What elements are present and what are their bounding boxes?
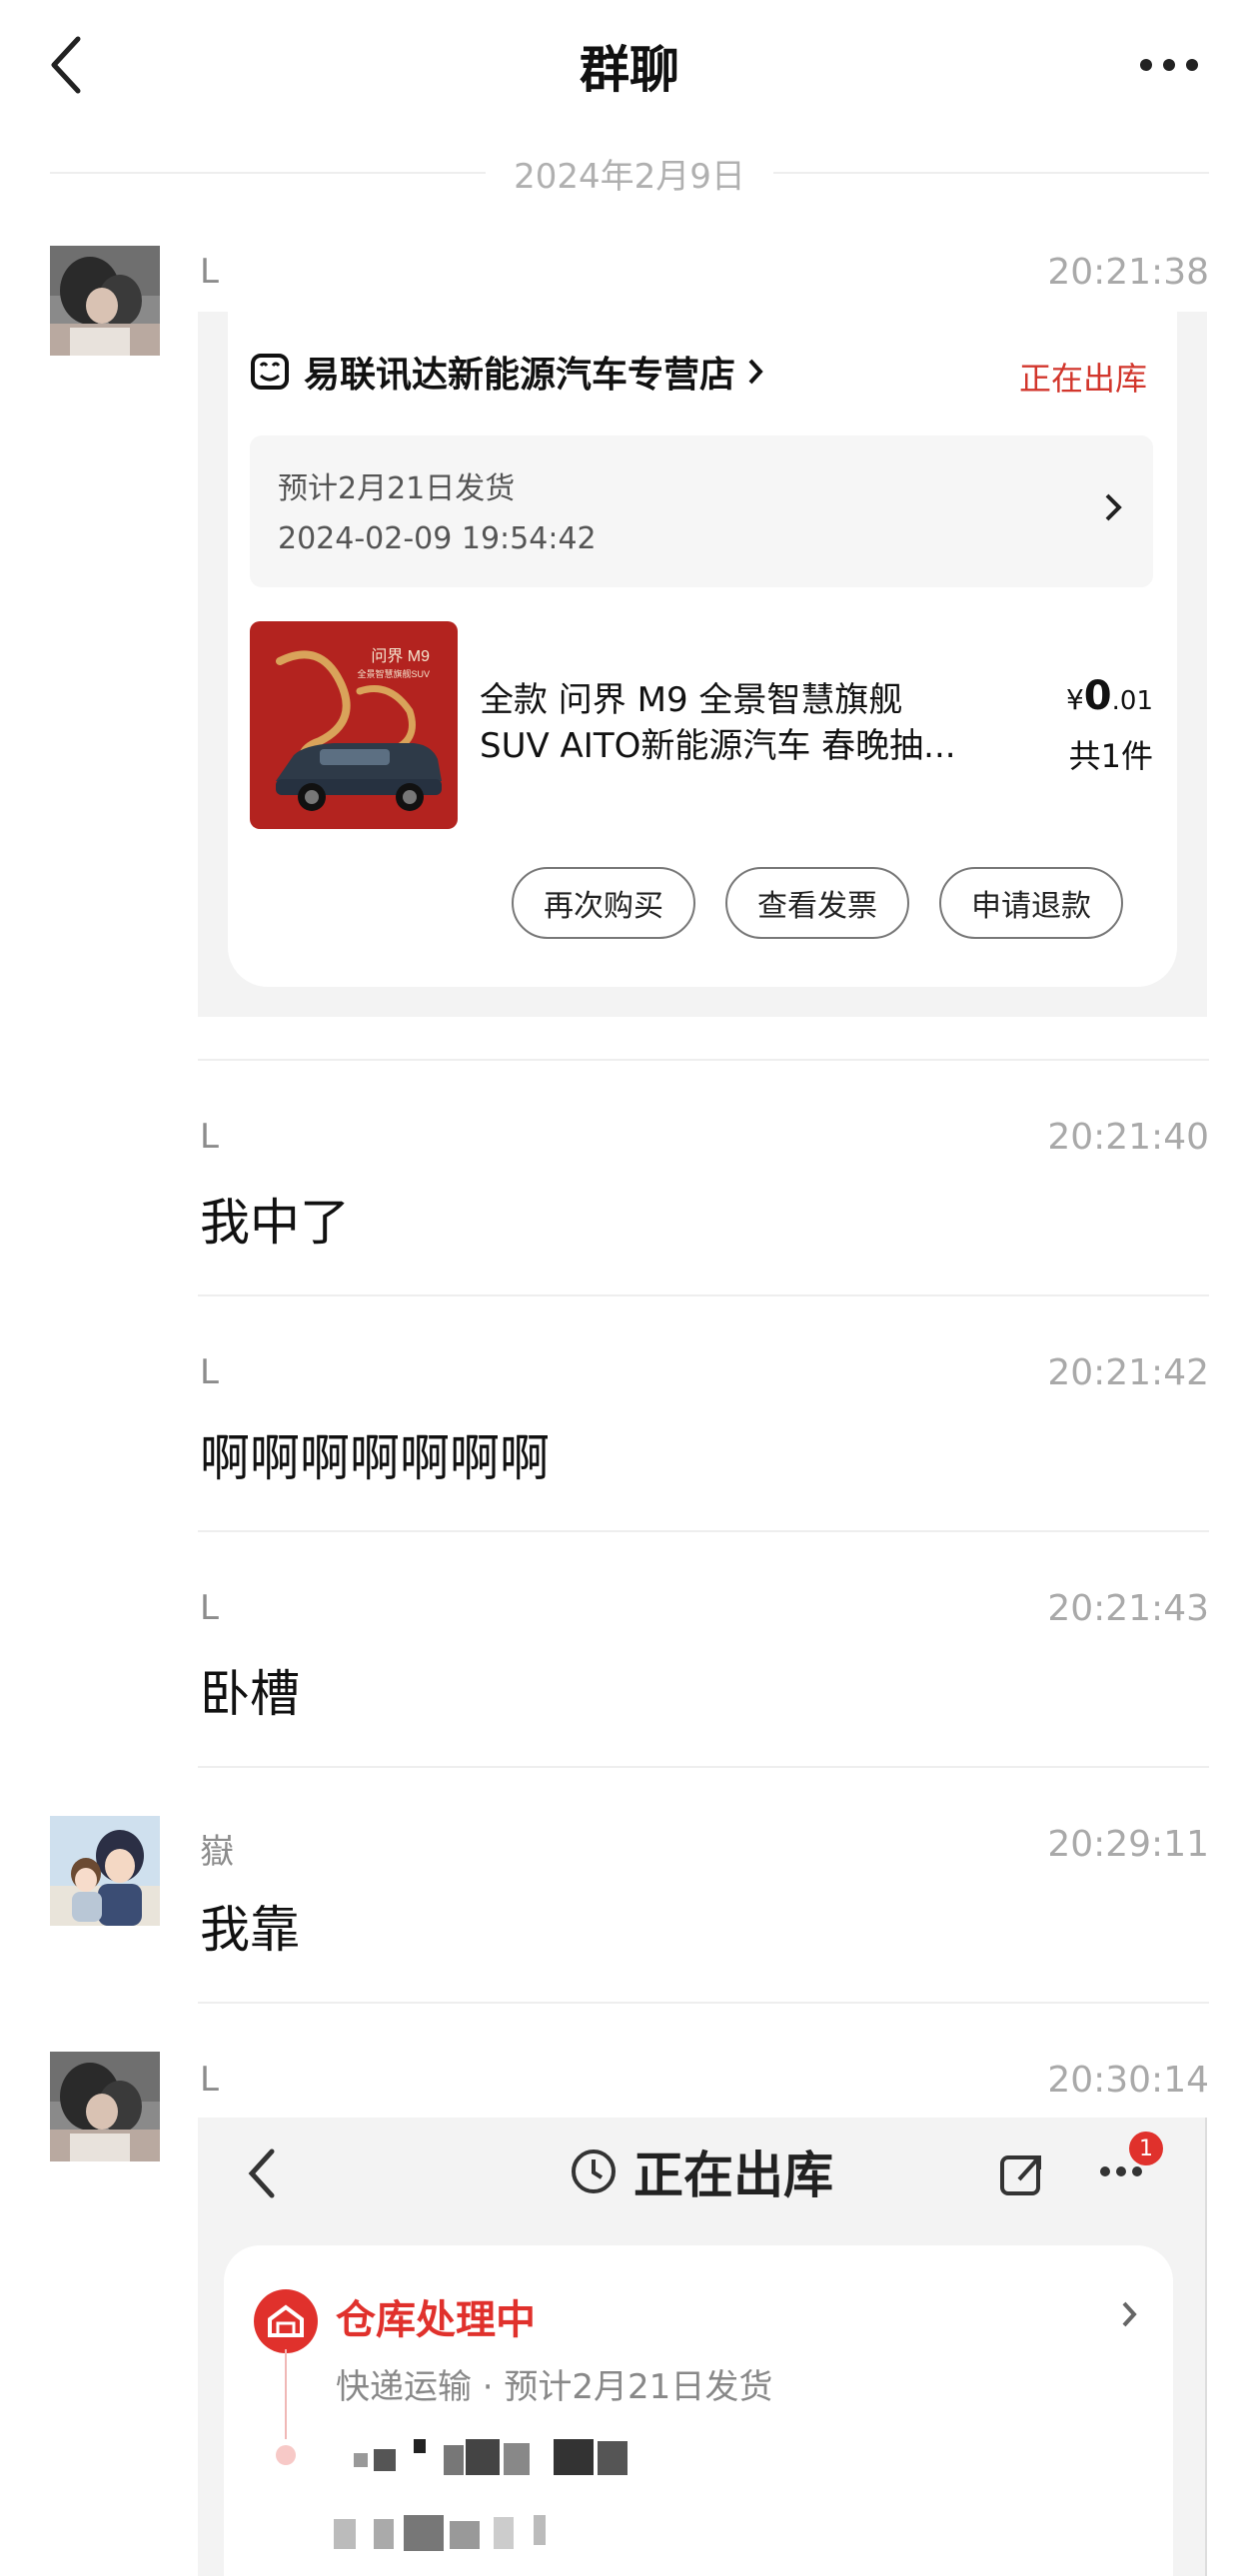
- warehouse-status: 仓库处理中: [336, 2297, 536, 2343]
- store-name: 易联讯达新能源汽车专营店: [304, 355, 736, 396]
- store-icon: [251, 354, 289, 390]
- chevron-right-icon: [1105, 493, 1122, 521]
- order-card[interactable]: 易联讯达新能源汽车专营店 正在出库 预计2月21日发货 2024-02-09 1…: [228, 312, 1177, 987]
- store-link[interactable]: 易联讯达新能源汽车专营店: [250, 342, 765, 402]
- separator-line: [772, 172, 1210, 174]
- message-divider: [198, 1059, 1209, 1061]
- message-time: 20:21:40: [1047, 1117, 1209, 1158]
- price: ¥0.01: [1066, 673, 1153, 719]
- message-text[interactable]: 啊啊啊啊啊啊啊: [200, 1418, 550, 1490]
- sender-name: L: [200, 1588, 219, 1628]
- screenshot-title-text: 正在出库: [633, 2147, 833, 2204]
- share-icon: [1000, 2155, 1041, 2195]
- avatar[interactable]: [50, 246, 160, 356]
- notification-badge: 1: [1129, 2132, 1163, 2165]
- sender-name: L: [200, 1352, 219, 1392]
- order-status: 正在出库: [1018, 360, 1147, 398]
- avatar-image: [50, 246, 160, 356]
- more-button[interactable]: [1129, 40, 1209, 90]
- screenshot-image[interactable]: 正在出库 1 仓库处理中 快递运输 · 预计2月21日发货: [198, 2118, 1207, 2576]
- sender-name: L: [200, 252, 219, 292]
- product-image-caption: 问界 M9: [371, 647, 430, 665]
- avatar-image: [50, 1816, 160, 1926]
- nav-bar: 群聊: [0, 0, 1259, 130]
- message-divider: [198, 2002, 1209, 2004]
- buy-again-button[interactable]: 再次购买: [512, 867, 695, 939]
- message-time: 20:29:11: [1047, 1824, 1209, 1865]
- warehouse-card: 仓库处理中 快递运输 · 预计2月21日发货: [224, 2245, 1173, 2576]
- avatar[interactable]: [50, 2052, 160, 2161]
- pixelated-text: [354, 2439, 693, 2479]
- view-invoice-button[interactable]: 查看发票: [725, 867, 909, 939]
- date-label: 2024年2月9日: [514, 156, 745, 197]
- product-image-art: 问界 M9 全景智慧旗舰SUV: [250, 621, 458, 829]
- screenshot-title: 正在出库: [198, 2136, 1205, 2207]
- avatar-image: [50, 2052, 160, 2161]
- price-decimal: .01: [1111, 686, 1153, 716]
- message-time: 20:21:38: [1047, 252, 1209, 293]
- product-name-line1: 全款 问界 M9 全景智慧旗舰: [480, 680, 903, 720]
- message-text[interactable]: 我中了: [200, 1183, 350, 1255]
- warehouse-subtitle: 快递运输 · 预计2月21日发货: [336, 2367, 773, 2407]
- shipping-info[interactable]: 预计2月21日发货 2024-02-09 19:54:42: [250, 435, 1153, 587]
- request-refund-button[interactable]: 申请退款: [939, 867, 1123, 939]
- sender-name: 嶽: [200, 1832, 234, 1872]
- chevron-right-icon: [1122, 2301, 1137, 2327]
- message-time: 20:30:14: [1047, 2060, 1209, 2101]
- message-text[interactable]: 我靠: [200, 1890, 300, 1962]
- price-integer: 0: [1083, 673, 1112, 719]
- message-divider: [198, 1766, 1209, 1768]
- ship-estimate: 预计2月21日发货: [278, 471, 516, 506]
- product-image-subcaption: 全景智慧旗舰SUV: [357, 668, 430, 679]
- more-dots-icon: [1140, 59, 1198, 71]
- timeline-dot: [276, 2445, 296, 2465]
- page-title: 群聊: [580, 41, 679, 99]
- product-name[interactable]: 全款 问界 M9 全景智慧旗舰 SUV AITO新能源汽车 春晚抽...: [480, 677, 999, 769]
- pixelated-text: [334, 2515, 633, 2555]
- order-time: 2024-02-09 19:54:42: [278, 521, 597, 556]
- message-time: 20:21:43: [1047, 1588, 1209, 1629]
- warehouse-icon: [254, 2289, 318, 2353]
- product-name-line2: SUV AITO新能源汽车 春晚抽...: [480, 726, 956, 766]
- avatar[interactable]: [50, 1816, 160, 1926]
- sender-name: L: [200, 1117, 219, 1157]
- message-text[interactable]: 卧槽: [200, 1654, 300, 1726]
- date-separator: 2024年2月9日: [50, 150, 1210, 197]
- message-divider: [198, 1530, 1209, 1532]
- message-divider: [198, 1294, 1209, 1296]
- timeline-line: [285, 2349, 287, 2439]
- price-currency: ¥: [1065, 683, 1084, 716]
- separator-line: [50, 172, 487, 174]
- message-time: 20:21:42: [1047, 1352, 1209, 1393]
- clock-icon: [572, 2149, 616, 2193]
- chevron-right-icon: [748, 359, 763, 385]
- product-image[interactable]: 问界 M9 全景智慧旗舰SUV: [250, 621, 458, 829]
- sender-name: L: [200, 2060, 219, 2100]
- quantity: 共1件: [1068, 737, 1153, 775]
